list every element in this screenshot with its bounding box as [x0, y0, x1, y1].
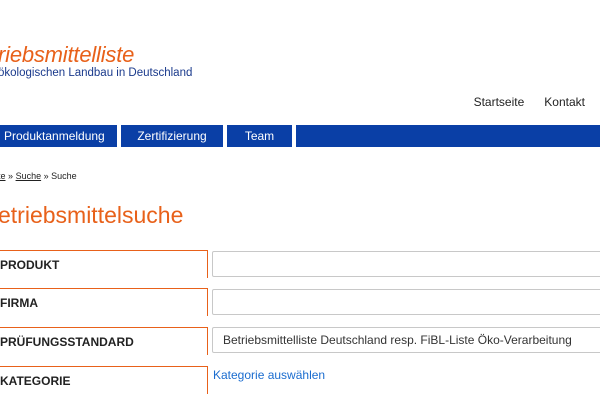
nav-item-team[interactable]: Team [227, 125, 292, 147]
nav-bar-filler [296, 125, 600, 147]
top-nav-startseite[interactable]: Startseite [474, 95, 525, 109]
category-label: KATEGORIE [0, 366, 208, 394]
breadcrumb-separator: » [8, 171, 14, 181]
main-nav: Produktanmeldung Zertifizierung Team [0, 125, 600, 147]
standard-label: PRÜFUNGSSTANDARD [0, 327, 208, 355]
top-nav: Startseite Kontakt [474, 95, 585, 109]
company-label: FIRMA [0, 288, 208, 316]
breadcrumb-current: Suche [51, 171, 77, 181]
product-label: PRODUKT [0, 250, 208, 278]
top-nav-kontakt[interactable]: Kontakt [544, 95, 585, 109]
product-input[interactable] [212, 251, 600, 277]
select-category-link[interactable]: Kategorie auswählen [213, 368, 325, 382]
breadcrumb: ite » Suche » Suche [0, 171, 77, 181]
company-input[interactable] [212, 289, 600, 315]
standard-select[interactable]: Betriebsmittelliste Deutschland resp. Fi… [212, 327, 600, 353]
nav-item-produktanmeldung[interactable]: Produktanmeldung [0, 125, 117, 147]
nav-item-zertifizierung[interactable]: Zertifizierung [121, 125, 223, 147]
site-logo-subtitle: ökologischen Landbau in Deutschland [0, 67, 193, 79]
breadcrumb-home-link[interactable]: ite [0, 171, 6, 181]
page-title: etriebsmittelsuche [0, 202, 184, 228]
breadcrumb-search-link[interactable]: Suche [16, 171, 42, 181]
breadcrumb-separator: » [43, 171, 49, 181]
site-logo-title[interactable]: riebsmittelliste [0, 42, 134, 68]
